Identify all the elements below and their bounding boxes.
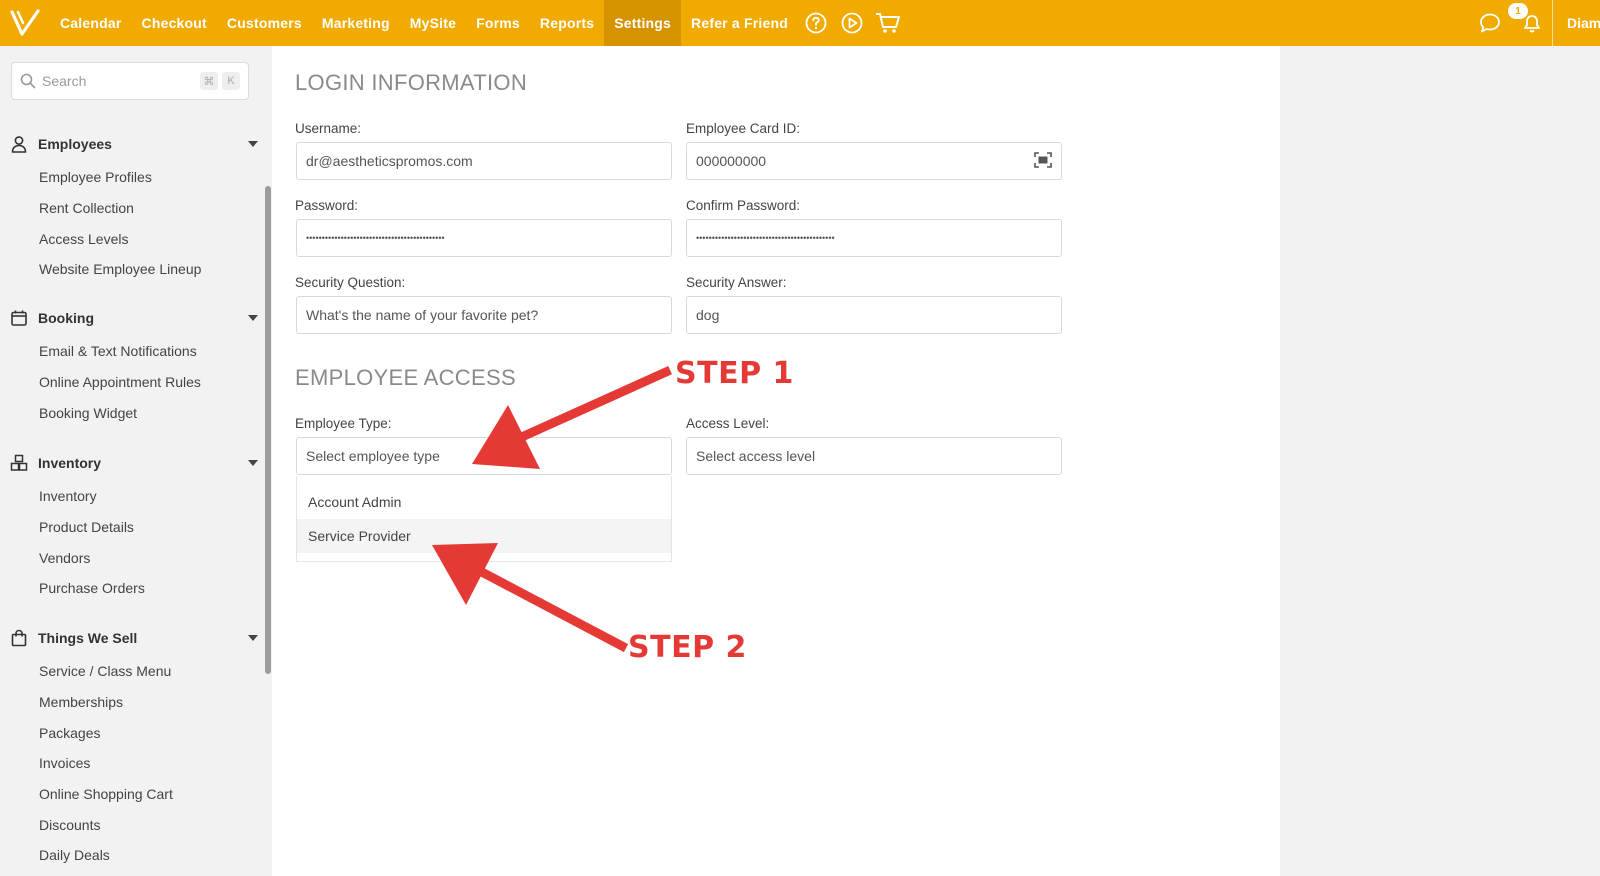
nav-calendar[interactable]: Calendar <box>50 0 132 46</box>
access-level-placeholder: Select access level <box>696 448 816 464</box>
right-background <box>1280 46 1600 876</box>
employee-type-label: Employee Type: <box>295 416 392 431</box>
sidebar-item-rent-collection[interactable]: Rent Collection <box>10 193 262 224</box>
help-icon[interactable] <box>798 0 834 46</box>
security-question-field[interactable]: What's the name of your favorite pet? <box>296 296 672 334</box>
username-field[interactable]: dr@aestheticspromos.com <box>296 142 672 180</box>
sidebar-item-memberships[interactable]: Memberships <box>10 687 262 718</box>
security-answer-label: Security Answer: <box>686 275 787 290</box>
nav-settings[interactable]: Settings <box>604 0 682 46</box>
sidebar-scrollbar[interactable] <box>265 186 271 674</box>
shopping-bag-icon <box>10 629 28 647</box>
sidebar-item-service-class-menu[interactable]: Service / Class Menu <box>10 656 262 687</box>
chevron-down-icon[interactable] <box>248 460 258 466</box>
step2-annotation: STEP 2 <box>628 630 747 665</box>
employee-type-dropdown: Account Admin Service Provider <box>296 476 672 562</box>
sidebar-section-title: Inventory <box>38 455 102 471</box>
search-box[interactable]: Search ⌘ K <box>11 62 249 100</box>
nav-customers[interactable]: Customers <box>217 0 312 46</box>
chat-bubble-icon[interactable] <box>1468 12 1512 34</box>
sidebar-section-inventory: Inventory Inventory Product Details Vend… <box>10 451 262 604</box>
sidebar-item-invoices[interactable]: Invoices <box>10 748 262 779</box>
password-field[interactable]: ••••••••••••••••••••••••••••••••••••••••… <box>296 219 672 257</box>
nav-forms[interactable]: Forms <box>466 0 530 46</box>
sidebar-section-booking: Booking Email & Text Notifications Onlin… <box>10 306 262 428</box>
sidebar-section-title: Booking <box>38 310 94 326</box>
sidebar-item-email-text-notifications[interactable]: Email & Text Notifications <box>10 336 262 367</box>
play-video-icon[interactable] <box>834 0 870 46</box>
employee-card-id-value: 000000000 <box>696 153 767 169</box>
search-input[interactable]: Search <box>42 73 196 89</box>
sidebar-item-purchase-orders[interactable]: Purchase Orders <box>10 573 262 604</box>
option-account-admin[interactable]: Account Admin <box>297 485 671 519</box>
step1-annotation: STEP 1 <box>675 356 794 391</box>
sidebar-item-daily-deals[interactable]: Daily Deals <box>10 840 262 871</box>
sidebar-item-employee-profiles[interactable]: Employee Profiles <box>10 162 262 193</box>
chevron-down-icon[interactable] <box>248 141 258 147</box>
access-level-select[interactable]: Select access level <box>686 437 1062 475</box>
employee-access-heading: EMPLOYEE ACCESS <box>295 365 516 390</box>
confirm-password-field[interactable]: ••••••••••••••••••••••••••••••••••••••••… <box>686 219 1062 257</box>
sidebar-section-things-we-sell: Things We Sell Service / Class Menu Memb… <box>10 626 262 871</box>
sidebar-item-online-shopping-cart[interactable]: Online Shopping Cart <box>10 779 262 810</box>
sidebar-section-employees: Employees Employee Profiles Rent Collect… <box>10 132 262 285</box>
login-information-heading: LOGIN INFORMATION <box>295 70 528 95</box>
vagaro-logo-icon[interactable] <box>0 0 50 46</box>
settings-sidebar: Search ⌘ K Employees Employee Profiles R… <box>0 46 272 876</box>
calendar-icon <box>10 309 28 327</box>
chevron-down-icon[interactable] <box>248 635 258 641</box>
password-label: Password: <box>295 198 359 213</box>
sidebar-section-title: Things We Sell <box>38 630 138 646</box>
user-menu[interactable]: Diamo <box>1552 0 1600 46</box>
employee-type-placeholder: Select employee type <box>306 448 440 464</box>
sidebar-section-header[interactable]: Things We Sell <box>10 626 262 650</box>
confirm-password-value: ••••••••••••••••••••••••••••••••••••••••… <box>696 233 835 243</box>
option-service-provider[interactable]: Service Provider <box>297 519 671 553</box>
chevron-down-icon[interactable] <box>248 315 258 321</box>
password-value: ••••••••••••••••••••••••••••••••••••••••… <box>306 233 445 243</box>
boxes-icon <box>10 454 28 472</box>
sidebar-item-website-employee-lineup[interactable]: Website Employee Lineup <box>10 254 262 285</box>
search-icon <box>20 73 36 89</box>
nav-refer-a-friend[interactable]: Refer a Friend <box>681 0 798 46</box>
nav-marketing[interactable]: Marketing <box>312 0 400 46</box>
security-question-value: What's the name of your favorite pet? <box>306 307 539 323</box>
sidebar-item-inventory[interactable]: Inventory <box>10 481 262 512</box>
sidebar-section-title: Employees <box>38 136 112 152</box>
security-answer-value: dog <box>696 307 720 323</box>
sidebar-item-packages[interactable]: Packages <box>10 717 262 748</box>
sidebar-item-online-appointment-rules[interactable]: Online Appointment Rules <box>10 367 262 398</box>
confirm-password-label: Confirm Password: <box>686 198 801 213</box>
notification-count-badge: 1 <box>1508 3 1528 19</box>
employee-card-id-label: Employee Card ID: <box>686 121 801 136</box>
sidebar-section-header[interactable]: Booking <box>10 306 262 330</box>
shortcut-k-key: K <box>222 72 240 90</box>
shopping-cart-icon[interactable] <box>870 0 906 46</box>
sidebar-section-header[interactable]: Employees <box>10 132 262 156</box>
nav-mysite[interactable]: MySite <box>400 0 466 46</box>
username-value: dr@aestheticspromos.com <box>306 153 473 169</box>
access-level-label: Access Level: <box>686 416 770 431</box>
sidebar-item-access-levels[interactable]: Access Levels <box>10 223 262 254</box>
sidebar-item-discounts[interactable]: Discounts <box>10 809 262 840</box>
shortcut-cmd-key: ⌘ <box>200 72 218 90</box>
nav-reports[interactable]: Reports <box>530 0 604 46</box>
username-label: Username: <box>295 121 362 136</box>
person-icon <box>10 135 28 153</box>
scan-barcode-icon[interactable] <box>1034 151 1052 171</box>
security-question-label: Security Question: <box>295 275 406 290</box>
employee-type-select[interactable]: Select employee type <box>296 437 672 475</box>
security-answer-field[interactable]: dog <box>686 296 1062 334</box>
employee-card-id-field[interactable]: 000000000 <box>686 142 1062 180</box>
top-navigation-bar: Calendar Checkout Customers Marketing My… <box>0 0 1600 46</box>
sidebar-item-booking-widget[interactable]: Booking Widget <box>10 397 262 428</box>
sidebar-item-vendors[interactable]: Vendors <box>10 542 262 573</box>
nav-checkout[interactable]: Checkout <box>132 0 217 46</box>
main-content: LOGIN INFORMATION Username: dr@aesthetic… <box>272 46 1280 876</box>
sidebar-item-product-details[interactable]: Product Details <box>10 512 262 543</box>
sidebar-section-header[interactable]: Inventory <box>10 451 262 475</box>
